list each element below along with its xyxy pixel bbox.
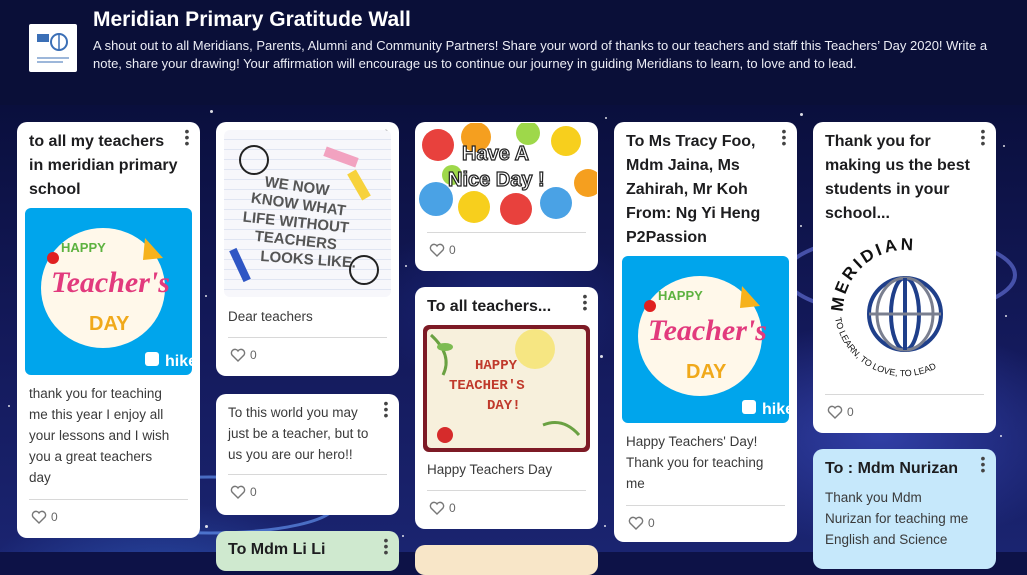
post-title: to all my teachers in meridian primary s… bbox=[29, 133, 178, 198]
post-body: thank you for teaching me this year I en… bbox=[29, 386, 170, 485]
divider bbox=[427, 490, 586, 491]
like-button[interactable]: 0 bbox=[628, 516, 655, 530]
post-card[interactable] bbox=[415, 545, 598, 575]
post-title: To : Mdm Nurizan bbox=[825, 460, 959, 477]
like-count: 0 bbox=[250, 348, 257, 362]
more-options-icon[interactable]: ••• bbox=[182, 124, 192, 150]
like-button[interactable]: 0 bbox=[827, 405, 854, 419]
post-card[interactable]: ••• Have A Nice Day ! 0 bbox=[415, 122, 598, 271]
post-card[interactable]: to all my teachers in meridian primary s… bbox=[17, 122, 200, 538]
post-card[interactable]: • • • To : Mdm Nurizan Thank you Mdm Nuriz… bbox=[813, 449, 996, 569]
divider bbox=[825, 394, 984, 395]
post-card[interactable]: To Ms Tracy Foo, Mdm Jaina, Ms Zahirah, … bbox=[614, 122, 797, 542]
post-body: Happy Teachers Day bbox=[427, 462, 553, 477]
heart-icon bbox=[230, 485, 246, 499]
divider bbox=[626, 505, 785, 506]
post-image[interactable]: HAPPY TEACHER'S DAY! bbox=[423, 325, 590, 452]
heart-icon bbox=[31, 510, 47, 524]
school-logo bbox=[29, 24, 77, 72]
divider bbox=[228, 337, 387, 338]
heart-icon bbox=[429, 243, 445, 257]
image-text: Teacher's bbox=[648, 314, 767, 347]
post-card[interactable]: • • • To Mdm Li Li bbox=[216, 531, 399, 571]
brand-logo: hike bbox=[762, 401, 789, 418]
like-count: 0 bbox=[648, 516, 655, 530]
post-image[interactable]: Have A Nice Day ! bbox=[416, 123, 597, 226]
image-text: DAY bbox=[686, 361, 727, 383]
post-card[interactable]: To all teachers... • • • HAPPY TEACHER'S D… bbox=[415, 287, 598, 529]
image-text: HAPPY bbox=[658, 288, 703, 303]
heart-icon bbox=[429, 501, 445, 515]
image-text: HAPPY bbox=[475, 358, 518, 374]
post-card[interactable]: • • • To this world you may just be a teac… bbox=[216, 394, 399, 515]
heart-icon bbox=[230, 348, 246, 362]
like-button[interactable]: 0 bbox=[429, 243, 456, 257]
wall-description: A shout out to all Meridians, Parents, A… bbox=[93, 38, 988, 71]
post-image[interactable]: HAPPY Teacher's DAY hike bbox=[25, 208, 192, 375]
more-options-icon[interactable]: ••• bbox=[580, 289, 590, 315]
post-card[interactable]: ••• WE NOW KNOW WHAT LIFE WITHOUT TEACHE… bbox=[216, 122, 399, 376]
wall-header: Meridian Primary Gratitude Wall A shout … bbox=[0, 0, 1027, 105]
like-count: 0 bbox=[847, 405, 854, 419]
divider bbox=[29, 499, 188, 500]
more-options-icon[interactable]: ••• bbox=[779, 124, 789, 150]
more-options-icon[interactable]: ••• bbox=[381, 533, 391, 559]
like-button[interactable]: 0 bbox=[429, 501, 456, 515]
like-button[interactable]: 0 bbox=[31, 510, 58, 524]
brand-logo: hike bbox=[165, 353, 192, 370]
more-options-icon[interactable]: ••• bbox=[978, 124, 988, 150]
image-text: Teacher's bbox=[51, 266, 170, 299]
image-text: TEACHER'S bbox=[449, 378, 525, 394]
divider bbox=[228, 474, 387, 475]
image-text: LOOKS LIKE. bbox=[260, 248, 357, 272]
like-button[interactable]: 0 bbox=[230, 485, 257, 499]
post-title: To all teachers... bbox=[427, 298, 552, 315]
image-text: HAPPY bbox=[61, 240, 106, 255]
post-body: To this world you may just be a teacher,… bbox=[228, 405, 369, 462]
post-body: Happy Teachers' Day! Thank you for teach… bbox=[626, 434, 764, 491]
post-body: Thank you Mdm Nurizan for teaching me En… bbox=[825, 490, 969, 547]
image-text: DAY bbox=[89, 313, 130, 335]
image-text: Nice Day ! bbox=[448, 169, 545, 191]
more-options-icon[interactable]: ••• bbox=[978, 451, 988, 477]
image-text: DAY! bbox=[487, 398, 521, 414]
like-count: 0 bbox=[449, 243, 456, 257]
like-count: 0 bbox=[449, 501, 456, 515]
image-text: Have A bbox=[462, 143, 529, 165]
more-options-icon[interactable]: ••• bbox=[381, 396, 391, 422]
like-button[interactable]: 0 bbox=[230, 348, 257, 362]
post-image[interactable]: WE NOW KNOW WHAT LIFE WITHOUT TEACHERS L… bbox=[224, 130, 391, 297]
heart-icon bbox=[628, 516, 644, 530]
post-image[interactable]: MERIDIAN TO LEARN, TO LOVE, TO LEAD bbox=[821, 232, 988, 392]
like-count: 0 bbox=[51, 510, 58, 524]
wall-title: Meridian Primary Gratitude Wall bbox=[93, 8, 411, 31]
post-title: To Ms Tracy Foo, Mdm Jaina, Ms Zahirah, … bbox=[626, 133, 761, 246]
post-body: Dear teachers bbox=[228, 309, 313, 324]
like-count: 0 bbox=[250, 485, 257, 499]
divider bbox=[427, 232, 586, 233]
post-card[interactable]: Thank you for making us the best student… bbox=[813, 122, 996, 433]
post-title: To Mdm Li Li bbox=[228, 541, 326, 558]
heart-icon bbox=[827, 405, 843, 419]
post-title: Thank you for making us the best student… bbox=[825, 133, 970, 222]
post-image[interactable]: HAPPY Teacher's DAY hike bbox=[622, 256, 789, 423]
